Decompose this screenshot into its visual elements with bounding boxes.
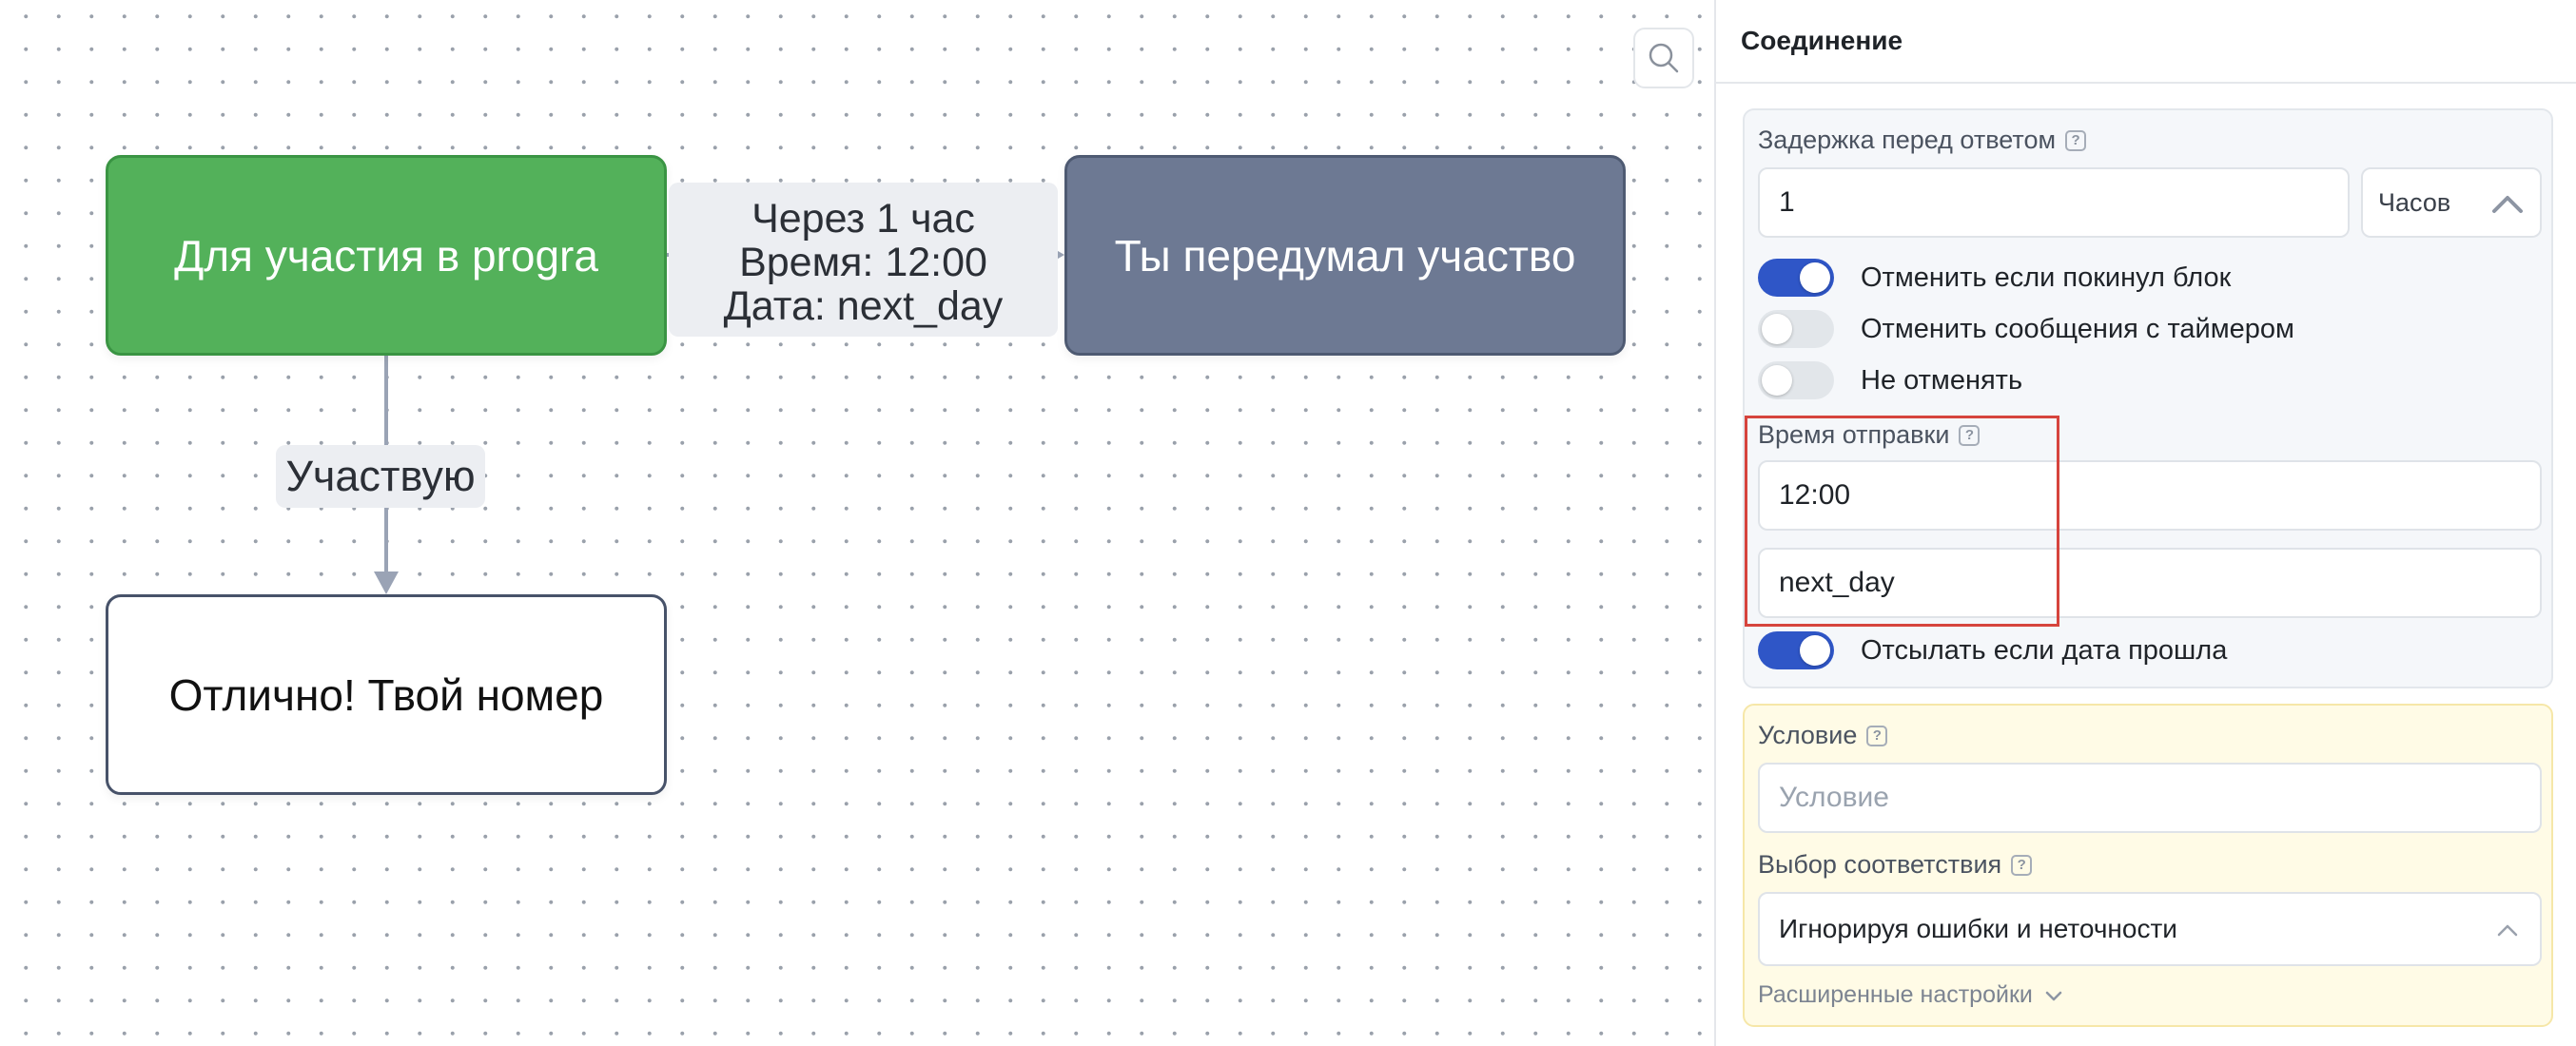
match-label-row: Выбор соответствия ? <box>1758 850 2033 880</box>
toggle-row-cancel-if-left[interactable]: Отменить если покинул блок <box>1758 259 2231 297</box>
help-icon[interactable]: ? <box>2065 129 2087 151</box>
toggle-row-send-if-past[interactable]: Отсылать если дата прошла <box>1758 631 2227 669</box>
flow-canvas[interactable]: Для участия в progra Через 1 час Время: … <box>0 0 1714 1046</box>
delay-unit-value: Часов <box>2378 187 2451 217</box>
delay-label: Задержка перед ответом <box>1758 126 2057 154</box>
chevron-down-icon <box>2045 991 2062 1000</box>
toggle-send-if-past-label: Отсылать если дата прошла <box>1861 634 2228 666</box>
match-label: Выбор соответствия <box>1758 850 2002 879</box>
send-time-input[interactable]: 12:00 <box>1758 460 2542 531</box>
toggle-knob <box>1800 635 1830 666</box>
toggle-do-not-cancel-label: Не отменять <box>1861 364 2023 396</box>
node-start[interactable]: Для участия в progra <box>106 155 667 356</box>
edge-timer-line1: Через 1 час <box>751 196 975 242</box>
delay-card: Задержка перед ответом ? 1 Часов Отменит… <box>1743 108 2553 688</box>
toggle-cancel-timer-messages[interactable] <box>1758 310 1834 348</box>
toggle-send-if-past[interactable] <box>1758 631 1834 669</box>
toggle-row-do-not-cancel[interactable]: Не отменять <box>1758 361 2022 399</box>
toggle-knob <box>1762 314 1792 344</box>
condition-card: Условие ? Условие Выбор соответствия ? И… <box>1743 704 2553 1027</box>
node-reply-text: Отлично! Твой номер <box>168 669 604 720</box>
toggle-knob <box>1762 365 1792 396</box>
edge-button-label[interactable]: Участвую <box>276 445 485 508</box>
node-next-text: Ты передумал участво <box>1114 230 1576 281</box>
toggle-do-not-cancel[interactable] <box>1758 361 1834 399</box>
edge-button-arrow <box>374 571 399 594</box>
send-time-label-row: Время отправки ? <box>1758 420 1981 450</box>
chevron-up-icon <box>2492 196 2523 213</box>
advanced-settings-label: Расширенные настройки <box>1758 981 2033 1008</box>
panel-title: Соединение <box>1716 0 2576 84</box>
node-start-text: Для участия в progra <box>174 230 598 281</box>
match-select-value: Игнорируя ошибки и неточности <box>1779 914 2177 943</box>
delay-label-row: Задержка перед ответом ? <box>1758 126 2087 155</box>
help-icon[interactable]: ? <box>1959 424 1981 446</box>
edge-timer-line3: Дата: next_day <box>723 283 1004 329</box>
edge-timer-label[interactable]: Через 1 час Время: 12:00 Дата: next_day <box>669 183 1058 337</box>
toggle-cancel-if-left-label: Отменить если покинул блок <box>1861 262 2232 293</box>
condition-input[interactable]: Условие <box>1758 763 2542 833</box>
match-select[interactable]: Игнорируя ошибки и неточности <box>1758 892 2542 966</box>
canvas-search-button[interactable] <box>1633 28 1694 88</box>
search-icon <box>1649 43 1679 73</box>
delay-unit-select[interactable]: Часов <box>2361 167 2542 238</box>
condition-label-row: Условие ? <box>1758 721 1888 750</box>
send-time-label: Время отправки <box>1758 420 1950 449</box>
connection-panel: Соединение Задержка перед ответом ? 1 Ча… <box>1714 0 2576 1046</box>
node-next[interactable]: Ты передумал участво <box>1064 155 1626 356</box>
delay-value-input[interactable]: 1 <box>1758 167 2350 238</box>
chevron-up-icon <box>2497 924 2518 937</box>
app-root: Для участия в progra Через 1 час Время: … <box>0 0 2576 1046</box>
toggle-knob <box>1800 262 1830 293</box>
send-date-input[interactable]: next_day <box>1758 548 2542 618</box>
help-icon[interactable]: ? <box>2011 854 2033 876</box>
advanced-settings-toggle[interactable]: Расширенные настройки <box>1758 981 2063 1009</box>
edge-timer-line2: Время: 12:00 <box>739 240 987 285</box>
toggle-cancel-timer-label: Отменить сообщения с таймером <box>1861 313 2294 344</box>
help-icon[interactable]: ? <box>1866 725 1888 746</box>
condition-label: Условие <box>1758 721 1858 749</box>
toggle-cancel-if-left[interactable] <box>1758 259 1834 297</box>
node-reply[interactable]: Отлично! Твой номер <box>106 594 667 795</box>
toggle-row-cancel-timer[interactable]: Отменить сообщения с таймером <box>1758 310 2294 348</box>
